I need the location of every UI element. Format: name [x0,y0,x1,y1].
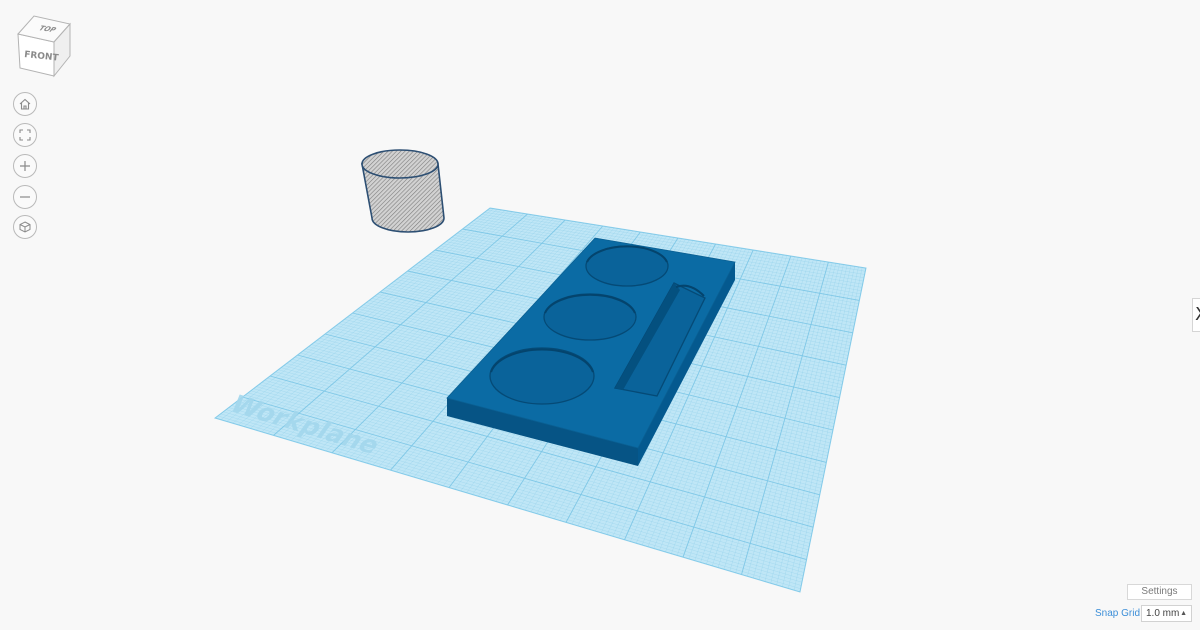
minus-icon [20,196,30,198]
home-icon [19,98,31,110]
well-2 [543,293,637,341]
fit-all-icon [19,129,31,141]
well-1 [585,245,669,287]
zoom-out-button[interactable] [13,185,37,209]
home-view-button[interactable] [13,92,37,116]
plus-icon [20,161,30,171]
side-panel-toggle[interactable]: X [1192,298,1200,332]
cube-perspective-icon [19,221,31,233]
fit-all-button[interactable] [13,123,37,147]
view-cube[interactable]: TOP FRONT [17,15,71,78]
snap-grid-value: 1.0 mm [1146,608,1180,619]
perspective-toggle-button[interactable] [13,215,37,239]
3d-viewport[interactable]: Workplane TOP FRONT [0,0,1200,630]
snap-grid-select[interactable]: 1.0 mm ▲ [1141,605,1192,622]
settings-button[interactable]: Settings [1127,584,1192,600]
caret-up-icon: ▲ [1180,610,1187,617]
panel-toggle-label: X [1195,304,1200,325]
zoom-in-button[interactable] [13,154,37,178]
snap-grid-label: Snap Grid [1095,608,1141,619]
hole-cylinder[interactable] [361,149,445,233]
well-3 [489,347,595,405]
